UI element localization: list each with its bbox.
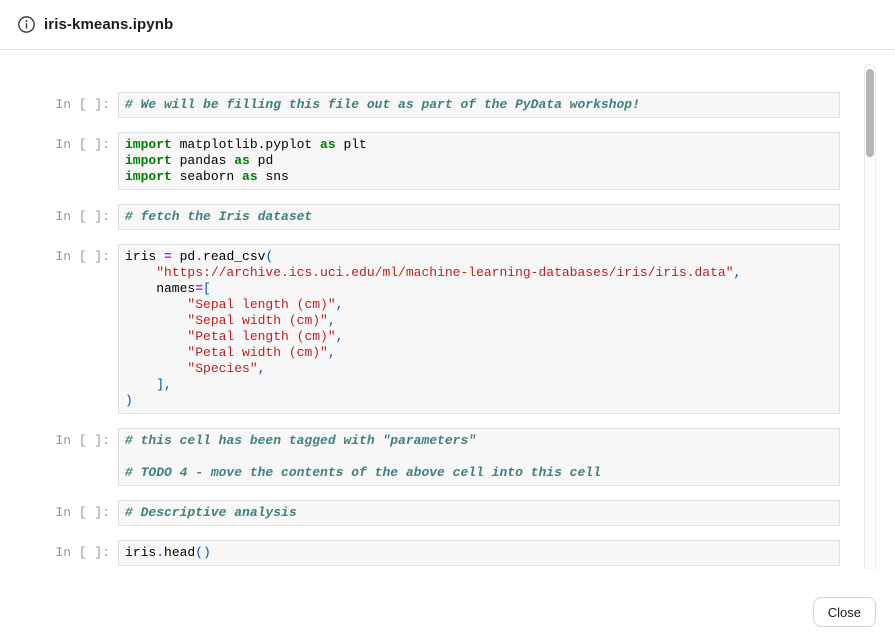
close-button[interactable]: Close (813, 597, 876, 627)
cell-code-box: # fetch the Iris dataset (118, 204, 840, 230)
cell-source-code: # this cell has been tagged with "parame… (125, 433, 833, 481)
cell-input-prompt: In [ ]: (55, 244, 110, 265)
cell-code-box: # Descriptive analysis (118, 500, 840, 526)
cell-input-prompt: In [ ]: (55, 540, 110, 561)
cell-code-box: # this cell has been tagged with "parame… (118, 428, 840, 486)
cell-input-prompt: In [ ]: (55, 92, 110, 113)
cell-code-box: # We will be filling this file out as pa… (118, 92, 840, 118)
notebook-cell: In [ ]: import matplotlib.pyplot as plt i… (55, 132, 840, 190)
notebook-cell: In [ ]: # fetch the Iris dataset (55, 204, 840, 230)
cell-source-code: import matplotlib.pyplot as plt import p… (125, 137, 833, 185)
cell-source-code: iris = pd.read_csv( "https://archive.ics… (125, 249, 833, 409)
vertical-scrollbar-thumb[interactable] (866, 69, 874, 157)
cell-source-code: iris.head() (125, 545, 833, 561)
notebook-cell: In [ ]: # We will be filling this file ou… (55, 92, 840, 118)
notebook-cell: In [ ]: # this cell has been tagged with … (55, 428, 840, 486)
notebook-preview-scroll-area[interactable]: In [ ]: # We will be filling this file ou… (0, 50, 895, 570)
notebook-cell: In [ ]: iris = pd.read_csv( "https://arch… (55, 244, 840, 414)
notebook-cell: In [ ]: iris.head() (55, 540, 840, 566)
dialog-header: iris-kmeans.ipynb (0, 0, 895, 50)
cell-source-code: # We will be filling this file out as pa… (125, 97, 833, 113)
cell-code-box: import matplotlib.pyplot as plt import p… (118, 132, 840, 190)
cell-input-prompt: In [ ]: (55, 500, 110, 521)
cell-code-box: iris = pd.read_csv( "https://archive.ics… (118, 244, 840, 414)
cell-code-box: iris.head() (118, 540, 840, 566)
cells-container: In [ ]: # We will be filling this file ou… (0, 50, 895, 570)
info-icon (18, 16, 35, 33)
cell-input-prompt: In [ ]: (55, 204, 110, 225)
cell-source-code: # fetch the Iris dataset (125, 209, 833, 225)
notebook-cell: In [ ]: # Descriptive analysis (55, 500, 840, 526)
cell-input-prompt: In [ ]: (55, 428, 110, 449)
notebook-filename-title: iris-kmeans.ipynb (44, 16, 173, 33)
cell-input-prompt: In [ ]: (55, 132, 110, 153)
cell-source-code: # Descriptive analysis (125, 505, 833, 521)
vertical-scrollbar-track[interactable] (864, 64, 876, 570)
